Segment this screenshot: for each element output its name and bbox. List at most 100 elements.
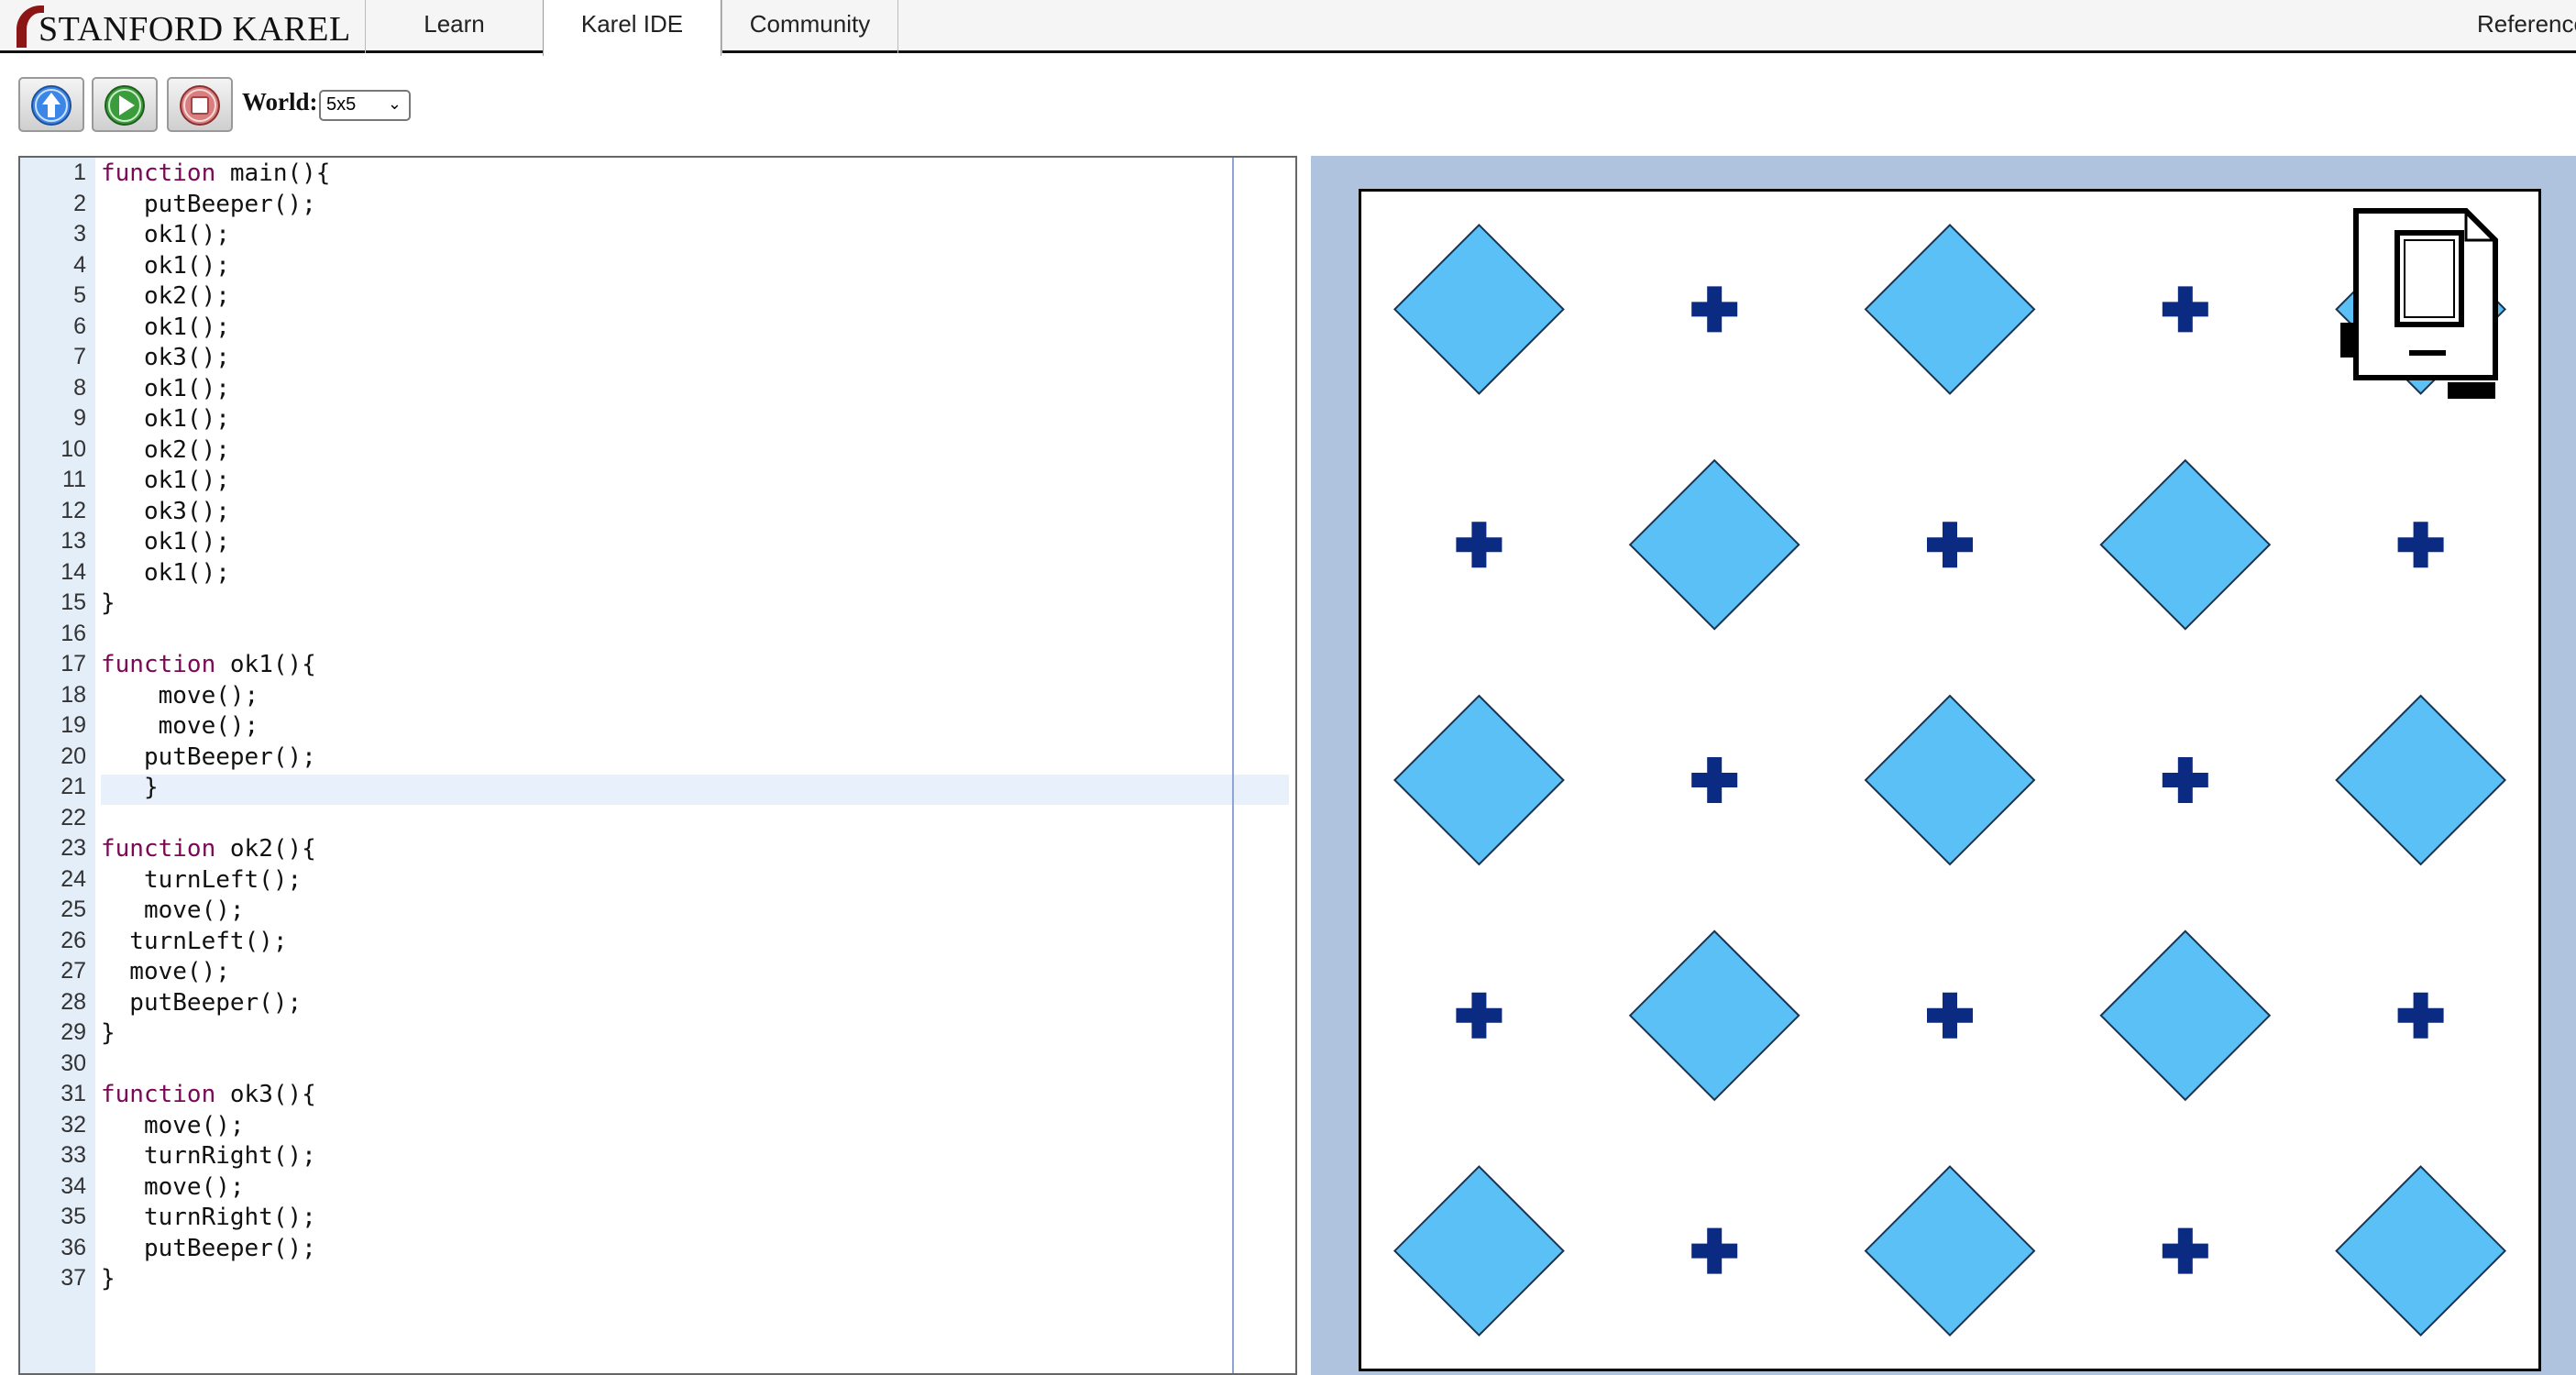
- tab-learn[interactable]: Learn: [365, 0, 543, 53]
- code-line[interactable]: 19 move();: [20, 712, 1295, 743]
- code-line[interactable]: 18 move();: [20, 682, 1295, 713]
- corner-cross-icon: [2397, 522, 2444, 568]
- code-content: ok1();: [101, 405, 230, 433]
- line-number: 4: [73, 251, 86, 278]
- code-text: turnRight();: [101, 1142, 316, 1170]
- chevron-down-icon: ⌄: [387, 94, 402, 113]
- code-content: ok2();: [101, 282, 230, 310]
- code-editor[interactable]: 1 function main(){2 putBeeper(); 3 ok1(); 4…: [18, 156, 1297, 1375]
- code-line[interactable]: 3 ok1();: [20, 221, 1295, 252]
- code-line[interactable]: 35 turnRight();: [20, 1204, 1295, 1235]
- beeper: [1864, 694, 2036, 866]
- beeper: [1393, 694, 1565, 866]
- run-button[interactable]: [92, 77, 158, 132]
- code-line[interactable]: 4 ok1();: [20, 252, 1295, 283]
- code-line[interactable]: 36 putBeeper();: [20, 1235, 1295, 1266]
- code-text: ok1();: [101, 314, 230, 341]
- code-line[interactable]: 14 ok1();: [20, 559, 1295, 590]
- code-text: ok1();: [101, 221, 230, 248]
- line-number: 26: [61, 927, 86, 953]
- top-nav: STANFORD KAREL Learn Karel IDE Community…: [0, 0, 2576, 56]
- move-button[interactable]: [18, 77, 84, 132]
- code-line[interactable]: 27 move();: [20, 958, 1295, 989]
- corner-cross-icon: [2162, 757, 2208, 803]
- code-text: ok1();: [101, 467, 230, 494]
- line-number: 1: [73, 160, 86, 185]
- code-line[interactable]: 17 function ok1(){: [20, 651, 1295, 682]
- beeper: [1628, 458, 1800, 631]
- line-number: 36: [61, 1234, 86, 1260]
- code-content: ok2();: [101, 435, 230, 464]
- tab-community[interactable]: Community: [721, 0, 898, 53]
- code-line[interactable]: 9 ok1();: [20, 405, 1295, 436]
- code-line[interactable]: 32 move();: [20, 1112, 1295, 1143]
- code-text: move();: [101, 896, 245, 924]
- code-line[interactable]: 20 putBeeper();: [20, 743, 1295, 775]
- code-line[interactable]: 28 putBeeper();: [20, 989, 1295, 1020]
- code-content: move();: [101, 712, 259, 740]
- code-line[interactable]: 37}: [20, 1265, 1295, 1296]
- code-line[interactable]: 22: [20, 805, 1295, 836]
- code-text: ok1();: [101, 405, 230, 433]
- code-line[interactable]: 34 move();: [20, 1173, 1295, 1204]
- code-line[interactable]: 11 ok1();: [20, 467, 1295, 498]
- code-line[interactable]: 16: [20, 621, 1295, 652]
- code-line[interactable]: 5 ok2();: [20, 282, 1295, 314]
- code-line[interactable]: 6 ok1();: [20, 314, 1295, 345]
- line-number: 32: [61, 1111, 86, 1138]
- code-line[interactable]: 24 turnLeft();: [20, 866, 1295, 897]
- line-number: 10: [61, 435, 86, 462]
- line-number: 37: [61, 1265, 86, 1291]
- tab-karel-ide[interactable]: Karel IDE: [543, 0, 721, 56]
- code-text: }: [101, 774, 159, 801]
- line-number: 20: [61, 742, 86, 769]
- code-content: ok3(){: [215, 1081, 316, 1108]
- code-line[interactable]: 1 function main(){: [20, 160, 1295, 191]
- code-line[interactable]: 30: [20, 1050, 1295, 1082]
- beeper: [2099, 458, 2272, 631]
- code-content: turnRight();: [101, 1142, 316, 1170]
- code-text: ok3();: [101, 344, 230, 371]
- stanford-karel-logo[interactable]: STANFORD KAREL: [17, 4, 365, 50]
- code-line[interactable]: 10 ok2();: [20, 436, 1295, 468]
- code-line[interactable]: 31 function ok3(){: [20, 1081, 1295, 1112]
- code-content: putBeeper();: [101, 1234, 316, 1262]
- tab-reference[interactable]: Reference: [2466, 0, 2576, 53]
- code-line[interactable]: 23 function ok2(){: [20, 835, 1295, 866]
- code-content: ok1();: [101, 467, 230, 494]
- code-line[interactable]: 21 }: [20, 774, 1295, 805]
- code-text: ok2();: [101, 282, 230, 310]
- corner-cross-icon: [1691, 286, 1738, 333]
- code-line[interactable]: 12 ok3();: [20, 498, 1295, 529]
- line-number: 6: [73, 313, 86, 339]
- code-content: turnRight();: [101, 1204, 316, 1231]
- beeper: [1393, 223, 1565, 395]
- code-line[interactable]: 26 turnLeft();: [20, 928, 1295, 959]
- line-number: 9: [73, 405, 86, 431]
- beeper: [1864, 223, 2036, 395]
- code-line[interactable]: 13 ok1();: [20, 528, 1295, 559]
- code-line[interactable]: 33 turnRight();: [20, 1142, 1295, 1173]
- code-line[interactable]: 2 putBeeper();: [20, 191, 1295, 222]
- code-keyword: function: [101, 1081, 216, 1108]
- code-line[interactable]: 8 ok1();: [20, 375, 1295, 406]
- world-label: World:: [242, 88, 318, 116]
- line-number: 35: [61, 1204, 86, 1229]
- code-line[interactable]: 25 move();: [20, 896, 1295, 928]
- code-content: turnLeft();: [101, 927, 288, 955]
- code-content: }: [101, 1265, 116, 1292]
- up-arrow-icon: [31, 85, 72, 126]
- code-text: ok1();: [101, 252, 230, 280]
- code-text: move();: [101, 712, 259, 740]
- stop-button[interactable]: [167, 77, 233, 132]
- code-line[interactable]: 7 ok3();: [20, 344, 1295, 375]
- code-line[interactable]: 29}: [20, 1019, 1295, 1050]
- world-select[interactable]: 5x5 ⌄: [319, 90, 411, 121]
- code-content: ok1();: [101, 558, 230, 587]
- code-text: function ok2(){: [101, 835, 316, 863]
- code-text: }: [101, 589, 116, 617]
- code-line[interactable]: 15}: [20, 589, 1295, 621]
- stop-icon: [180, 85, 220, 126]
- code-content: ok3();: [101, 344, 230, 371]
- code-text: function ok3(){: [101, 1081, 316, 1108]
